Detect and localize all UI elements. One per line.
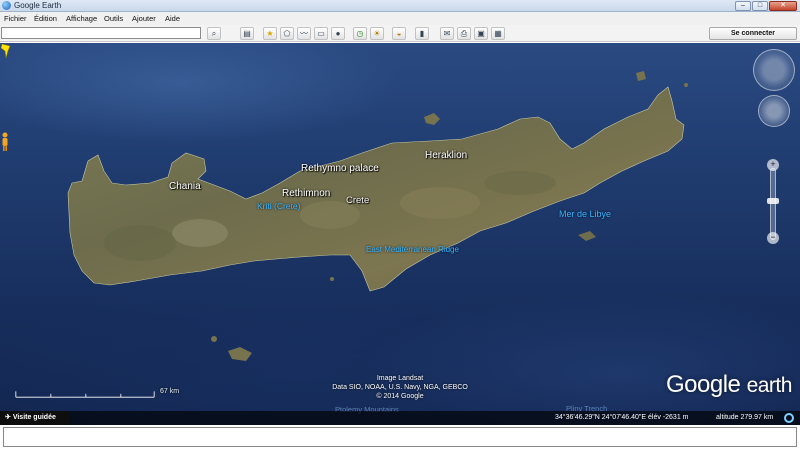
overlay-icon[interactable]: ▭	[314, 27, 328, 40]
terrain-layer	[67, 71, 688, 361]
kasos-island	[636, 71, 646, 81]
label-mer-de-libye[interactable]: Mer de Libye	[559, 209, 611, 219]
email-icon[interactable]: ✉	[440, 27, 454, 40]
menu-affichage[interactable]: Affichage	[66, 12, 97, 25]
menu-fichier[interactable]: Fichier	[4, 12, 27, 25]
menu-outils[interactable]: Outils	[104, 12, 123, 25]
placemark-icon[interactable]: ★	[263, 27, 277, 40]
planets-icon[interactable]: ◒	[392, 27, 406, 40]
search-icon[interactable]: ⌕	[207, 27, 221, 40]
label-ridge[interactable]: East Mediterranean Ridge	[366, 245, 459, 254]
menu-edition[interactable]: Édition	[34, 12, 57, 25]
ruler-icon[interactable]: ▮	[415, 27, 429, 40]
label-crete[interactable]: Crete	[346, 195, 369, 206]
imagery-attribution: Image Landsat Data SIO, NOAA, U.S. Navy,…	[300, 374, 500, 401]
move-control[interactable]	[758, 95, 790, 127]
google-earth-icon	[2, 1, 11, 10]
sign-in-button[interactable]: Se connecter	[709, 27, 797, 40]
close-button[interactable]: ✕	[769, 1, 797, 11]
menu-aide[interactable]: Aide	[165, 12, 180, 25]
logo-word-earth: earth	[746, 374, 793, 397]
minimize-button[interactable]: –	[735, 1, 751, 11]
scale-bar	[15, 391, 155, 398]
look-control[interactable]	[753, 49, 795, 91]
menu-bar: Fichier Édition Affichage Outils Ajouter…	[0, 12, 800, 25]
attribution-line-3: © 2014 Google	[376, 393, 424, 400]
tour-guide-button[interactable]: ✈ Visite guidée	[0, 411, 70, 425]
bottom-panel-frame	[3, 427, 797, 447]
placemark-pin-icon[interactable]	[0, 43, 12, 59]
path-icon[interactable]: 〰	[297, 27, 311, 40]
label-rethymno-palace[interactable]: Rethymno palace	[301, 163, 379, 174]
menu-ajouter[interactable]: Ajouter	[132, 12, 156, 25]
tour-icon[interactable]: ●	[331, 27, 345, 40]
zoom-slider-handle[interactable]	[767, 198, 779, 204]
sidebar-icon[interactable]: ▤	[240, 27, 254, 40]
gavdos-island	[228, 347, 252, 361]
tour-guide-label: Visite guidée	[12, 414, 56, 421]
toolbar: ⌕ ▤ ★ ⬠ 〰 ▭ ● ◷ ☀ ◒ ▮ ✉ ⎙ ▣ ▦ Se connect…	[0, 25, 800, 42]
earth-view[interactable]: Chania Rethymno palace Rethimnon Kriti (…	[0, 43, 800, 425]
polygon-icon[interactable]: ⬠	[280, 27, 294, 40]
tour-guide-icon: ✈	[5, 414, 13, 421]
label-rethimnon[interactable]: Rethimnon	[282, 188, 330, 199]
label-heraklion[interactable]: Heraklion	[425, 150, 467, 161]
label-kriti[interactable]: Kriti (Crete)	[257, 201, 300, 211]
attribution-line-1: Image Landsat	[376, 375, 424, 382]
search-input[interactable]	[1, 27, 201, 39]
altitude-readout: altitude 279.97 km	[716, 414, 774, 421]
zoom-slider[interactable]	[770, 168, 776, 240]
logo-word-google: Google	[666, 371, 741, 398]
print-icon[interactable]: ⎙	[457, 27, 471, 40]
save-image-icon[interactable]: ▣	[474, 27, 488, 40]
history-icon[interactable]: ◷	[353, 27, 367, 40]
scale-label: 67 km	[160, 388, 180, 395]
window-title: Google Earth	[14, 1, 62, 10]
crete-island	[67, 86, 685, 292]
attribution-line-2: Data SIO, NOAA, U.S. Navy, NGA, GEBCO	[332, 384, 468, 391]
label-chania[interactable]: Chania	[169, 181, 201, 192]
google-earth-window: Google Earth – □ ✕ Fichier Édition Affic…	[0, 0, 800, 473]
maximize-button[interactable]: □	[752, 1, 768, 11]
maps-icon[interactable]: ▦	[491, 27, 505, 40]
zoom-out-button[interactable]: −	[767, 232, 779, 244]
coordinates-readout: 34°36'46.29"N 24°07'46.40"E élév -2631 m	[555, 414, 689, 421]
koufonisi-island	[578, 231, 596, 241]
google-earth-logo: Google earth	[666, 371, 792, 399]
sun-icon[interactable]: ☀	[370, 27, 384, 40]
streaming-status-icon	[784, 413, 794, 423]
pegman-icon[interactable]	[0, 132, 10, 152]
dia-island	[424, 113, 440, 125]
title-bar: Google Earth – □ ✕	[0, 0, 800, 12]
